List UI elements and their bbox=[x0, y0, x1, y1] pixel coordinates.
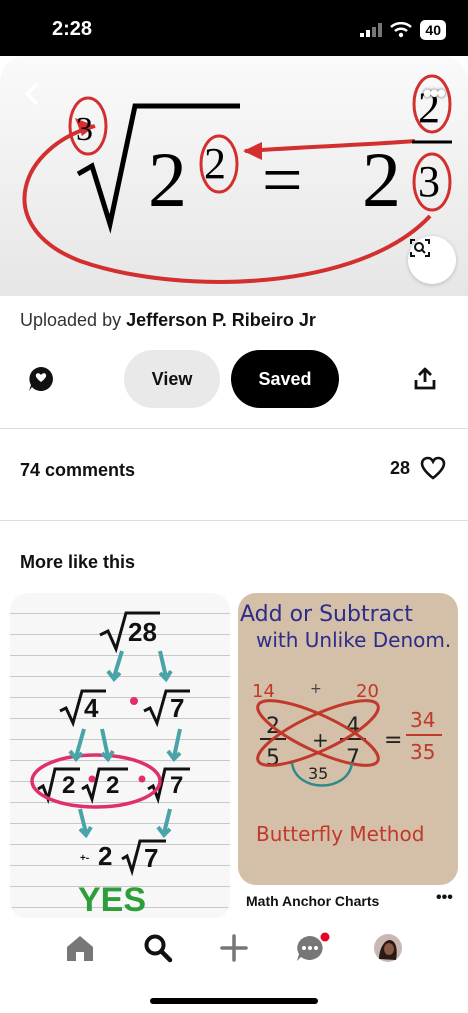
comment-button[interactable] bbox=[26, 364, 56, 399]
home-indicator bbox=[150, 998, 318, 1004]
svg-text:2: 2 bbox=[98, 841, 112, 871]
related-pin-right[interactable]: Add or Subtract with Unlike Denom. 14 + … bbox=[238, 593, 458, 885]
nav-messages[interactable] bbox=[290, 926, 334, 970]
svg-text:=: = bbox=[384, 728, 402, 753]
equals-sign: = bbox=[262, 140, 303, 220]
nav-profile[interactable] bbox=[366, 926, 410, 970]
uploader-name[interactable]: Jefferson P. Ribeiro Jr bbox=[126, 310, 316, 330]
svg-text:35: 35 bbox=[410, 740, 435, 764]
status-icons: 40 bbox=[360, 20, 446, 40]
svg-text:4: 4 bbox=[84, 693, 99, 723]
svg-text:14: 14 bbox=[252, 681, 275, 702]
notification-dot bbox=[320, 932, 330, 942]
root-exponent: 2 bbox=[204, 139, 226, 188]
related-pin-title[interactable]: Math Anchor Charts bbox=[246, 893, 379, 909]
root-base: 2 bbox=[148, 136, 187, 223]
svg-text:2: 2 bbox=[106, 772, 119, 799]
more-like-this-title: More like this bbox=[20, 552, 136, 572]
chart-footer: Butterfly Method bbox=[256, 822, 424, 846]
svg-text:35: 35 bbox=[308, 764, 328, 783]
svg-text:20: 20 bbox=[356, 681, 379, 702]
share-button[interactable] bbox=[412, 366, 438, 397]
related-pin-more-button[interactable]: ••• bbox=[436, 889, 453, 907]
bottom-nav bbox=[0, 918, 468, 1013]
radical-simplification-image: 28 4 7 2 2 7 +- 2 7 YES bbox=[30, 611, 190, 919]
svg-text:28: 28 bbox=[128, 617, 157, 647]
visual-search-icon bbox=[410, 239, 430, 257]
search-icon bbox=[144, 934, 173, 963]
saved-button[interactable]: Saved bbox=[231, 350, 339, 408]
chevron-left-icon bbox=[24, 83, 38, 105]
messages-icon bbox=[297, 932, 330, 961]
svg-text:7: 7 bbox=[170, 772, 183, 799]
rhs-base: 2 bbox=[362, 136, 401, 223]
status-time: 2:28 bbox=[52, 18, 93, 40]
back-button[interactable] bbox=[22, 82, 58, 118]
more-dots-icon: ••• bbox=[422, 78, 446, 108]
wifi-icon bbox=[390, 22, 413, 38]
chart-line-1: Add or Subtract bbox=[240, 602, 413, 627]
svg-text:5: 5 bbox=[266, 746, 280, 771]
battery-indicator: 40 bbox=[420, 20, 446, 40]
signal-icon bbox=[360, 23, 383, 37]
uploaded-prefix: Uploaded by bbox=[20, 310, 122, 330]
svg-text:34: 34 bbox=[410, 708, 435, 732]
nav-home[interactable] bbox=[58, 926, 102, 970]
home-icon bbox=[67, 936, 93, 961]
chart-line-2: with Unlike Denom. bbox=[256, 628, 451, 652]
equation-illustration: 3 2 2 = 2 2 3 bbox=[22, 74, 452, 284]
view-button[interactable]: View bbox=[124, 350, 220, 408]
rhs-denominator: 3 bbox=[418, 157, 440, 206]
pin-image[interactable]: 3 2 2 = 2 2 3 ••• bbox=[0, 56, 468, 296]
status-bar: 2:28 40 bbox=[0, 0, 468, 56]
related-pin-left[interactable]: 28 4 7 2 2 7 +- 2 7 YES bbox=[10, 593, 230, 919]
plus-icon bbox=[220, 934, 248, 962]
avatar bbox=[374, 934, 402, 962]
yes-text: YES bbox=[78, 881, 146, 919]
heart-icon bbox=[420, 456, 446, 480]
divider bbox=[0, 428, 468, 429]
svg-text:+: + bbox=[310, 681, 322, 697]
likes-count: 28 bbox=[389, 457, 410, 478]
uploaded-by: Uploaded by Jefferson P. Ribeiro Jr bbox=[20, 310, 316, 331]
nav-search[interactable] bbox=[136, 926, 180, 970]
action-bar: View Saved bbox=[0, 350, 468, 410]
svg-text:+-: +- bbox=[80, 853, 89, 864]
comments-link[interactable]: 74 comments bbox=[20, 460, 135, 481]
likes[interactable]: 28 bbox=[390, 456, 446, 480]
root-index: 3 bbox=[76, 111, 93, 148]
svg-text:7: 7 bbox=[170, 693, 184, 723]
svg-text:7: 7 bbox=[144, 843, 158, 873]
visual-search-button[interactable] bbox=[408, 236, 456, 284]
svg-text:7: 7 bbox=[346, 746, 360, 771]
butterfly-method-image: Add or Subtract with Unlike Denom. 14 + … bbox=[240, 602, 451, 846]
comment-icon bbox=[29, 367, 53, 391]
more-options-button[interactable]: ••• bbox=[422, 78, 446, 109]
divider bbox=[0, 520, 468, 521]
svg-text:2: 2 bbox=[62, 772, 75, 799]
nav-create[interactable] bbox=[212, 926, 256, 970]
share-icon bbox=[414, 367, 436, 390]
